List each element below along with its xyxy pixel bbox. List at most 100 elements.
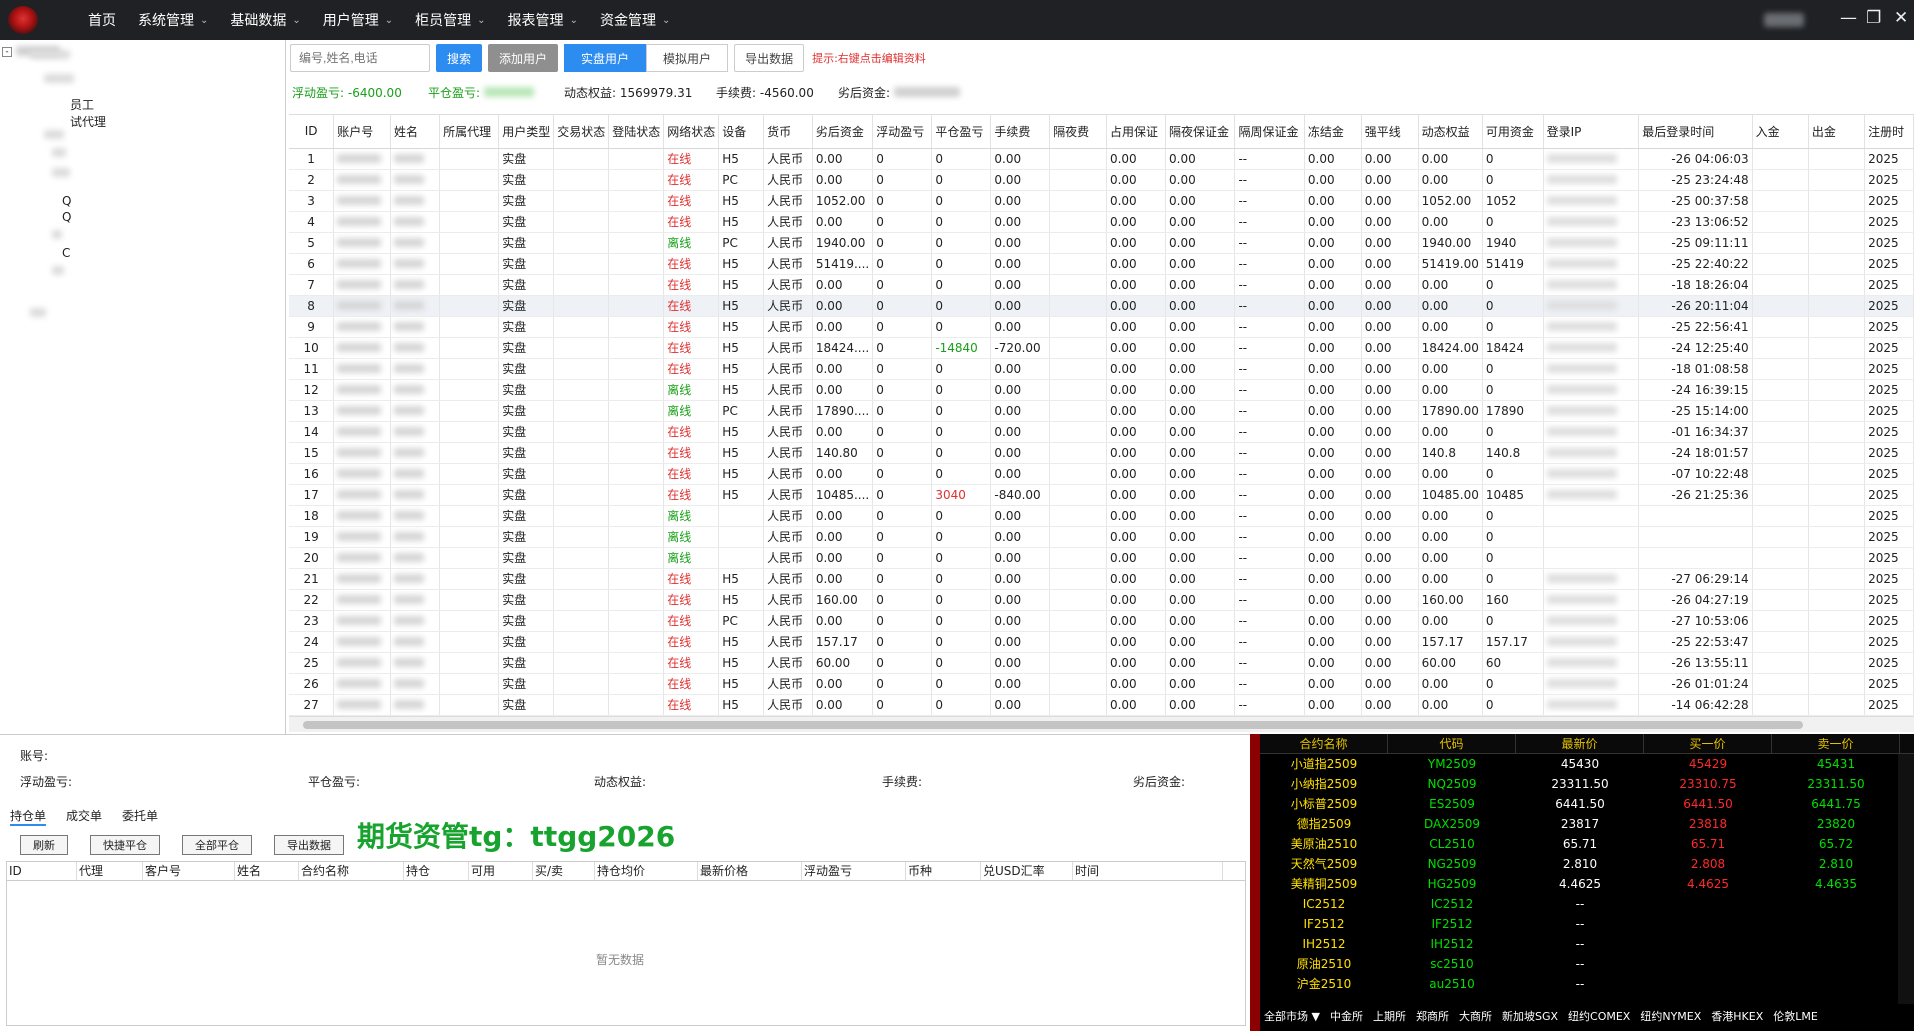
- table-row[interactable]: 11 实盘 在线 H5 人民币 0.00 0 0 0.00 0.00 0.00 -- 0.00 0.00 0…: [289, 358, 1914, 380]
- column-header[interactable]: 注册时: [1864, 115, 1914, 149]
- position-column-header[interactable]: 客户号: [143, 862, 235, 880]
- quote-row[interactable]: IF2512 IF2512 --: [1260, 914, 1914, 934]
- table-row[interactable]: 16 实盘 在线 H5 人民币 0.00 0 0 0.00 0.00 0.00 -- 0.00 0.00 0…: [289, 463, 1914, 485]
- quote-column-header[interactable]: 代码: [1388, 734, 1516, 753]
- tree-node[interactable]: 员工: [70, 96, 94, 113]
- nav-item-1[interactable]: 系统管理 ⌄: [138, 10, 208, 30]
- market-filter-tab[interactable]: 全部市场 ▼: [1264, 1008, 1320, 1024]
- table-row[interactable]: 13 实盘 离线 PC 人民币 17890.... 0 0 0.00 0.00 0.00 -- 0.00…: [289, 400, 1914, 422]
- column-header[interactable]: 隔夜保证金: [1165, 115, 1236, 149]
- export-button[interactable]: 导出数据: [734, 44, 805, 72]
- table-row[interactable]: 3 实盘 在线 H5 人民币 1052.00 0 0 0.00 0.00 0.00 -- 0.00 0.0…: [289, 190, 1914, 212]
- nav-item-5[interactable]: 报表管理 ⌄: [508, 10, 578, 30]
- real-user-tab[interactable]: 实盘用户: [564, 44, 647, 72]
- column-header[interactable]: 入金: [1752, 115, 1809, 149]
- quote-row[interactable]: 小标普2509 ES2509 6441.50 6441.50 6441.75: [1260, 794, 1914, 814]
- table-row[interactable]: 10 实盘 在线 H5 人民币 18424.... 0 -14840 -720.00 0.00 0.…: [289, 337, 1914, 359]
- table-row[interactable]: 15 实盘 在线 H5 人民币 140.80 0 0 0.00 0.00 0.00 -- 0.00 0.0…: [289, 442, 1914, 464]
- search-button[interactable]: 搜索: [436, 44, 483, 72]
- quote-row[interactable]: 小道指2509 YM2509 45430 45429 45431: [1260, 754, 1914, 774]
- table-row[interactable]: 27 实盘 在线 H5 人民币 0.00 0 0 0.00 0.00 0.00 -- 0.00 0.00 0…: [289, 694, 1914, 716]
- scrollbar-thumb[interactable]: [303, 721, 1803, 729]
- tree-node-blurred[interactable]: [52, 230, 62, 239]
- detail-tab[interactable]: 持仓单: [10, 807, 47, 826]
- position-column-header[interactable]: 时间: [1073, 862, 1223, 880]
- quote-row[interactable]: IH2512 IH2512 --: [1260, 934, 1914, 954]
- table-horizontal-scrollbar[interactable]: [289, 716, 1914, 732]
- close-icon[interactable]: ✕: [1894, 8, 1908, 28]
- minimize-icon[interactable]: —: [1840, 8, 1857, 28]
- detail-tab[interactable]: 委托单: [122, 807, 158, 826]
- detail-button[interactable]: 全部平仓: [182, 835, 252, 855]
- quote-column-header[interactable]: 合约名称: [1260, 734, 1388, 753]
- table-row[interactable]: 12 实盘 离线 H5 人民币 0.00 0 0 0.00 0.00 0.00 -- 0.00 0.00 0…: [289, 379, 1914, 401]
- quote-row[interactable]: 天然气2509 NG2509 2.810 2.808 2.810: [1260, 854, 1914, 874]
- column-header[interactable]: ID: [289, 115, 335, 149]
- tree-node-blurred[interactable]: [30, 50, 70, 59]
- tree-node[interactable]: Q: [62, 210, 71, 224]
- column-header[interactable]: 浮动盈亏: [872, 115, 933, 149]
- position-column-header[interactable]: 买/卖: [533, 862, 595, 880]
- market-filter-tab[interactable]: 上期所: [1373, 1008, 1406, 1024]
- table-row[interactable]: 6 实盘 在线 H5 人民币 51419.... 0 0 0.00 0.00 0.00 -- 0.00 0…: [289, 253, 1914, 275]
- quote-column-header[interactable]: 最新价: [1516, 734, 1644, 753]
- detail-button[interactable]: 刷新: [20, 835, 68, 855]
- user-name-blurred[interactable]: [1764, 13, 1804, 27]
- table-row[interactable]: 8 实盘 在线 H5 人民币 0.00 0 0 0.00 0.00 0.00 -- 0.00 0.00 0.…: [289, 295, 1914, 317]
- column-header[interactable]: 平仓盈亏: [931, 115, 992, 149]
- market-filter-tab[interactable]: 中金所: [1330, 1008, 1363, 1024]
- table-row[interactable]: 7 实盘 在线 H5 人民币 0.00 0 0 0.00 0.00 0.00 -- 0.00 0.00 0.…: [289, 274, 1914, 296]
- nav-item-0[interactable]: 首页: [88, 10, 116, 30]
- column-header[interactable]: 占用保证: [1106, 115, 1167, 149]
- add-user-button[interactable]: 添加用户: [488, 44, 559, 72]
- table-row[interactable]: 18 实盘 离线 人民币 0.00 0 0 0.00 0.00 0.00 -- 0.00 0.00 0.0…: [289, 505, 1914, 527]
- table-row[interactable]: 4 实盘 在线 H5 人民币 0.00 0 0 0.00 0.00 0.00 -- 0.00 0.00 0.…: [289, 211, 1914, 233]
- position-column-header[interactable]: 浮动盈亏: [802, 862, 906, 880]
- table-row[interactable]: 17 实盘 在线 H5 人民币 10485.... 0 3040 -840.00 0.00 0.00…: [289, 484, 1914, 506]
- column-header[interactable]: 所属代理: [439, 115, 500, 149]
- position-column-header[interactable]: 最新价格: [698, 862, 802, 880]
- position-column-header[interactable]: ID: [7, 862, 77, 880]
- tree-node-blurred[interactable]: [30, 308, 46, 317]
- market-filter-tab[interactable]: 伦敦LME: [1773, 1008, 1818, 1024]
- column-header[interactable]: 最后登录时间: [1638, 115, 1753, 149]
- column-header[interactable]: 隔夜费: [1049, 115, 1107, 149]
- column-header[interactable]: 账户号: [333, 115, 391, 149]
- market-filter-tab[interactable]: 郑商所: [1416, 1008, 1449, 1024]
- quote-row[interactable]: 小纳指2509 NQ2509 23311.50 23310.75 23311.50: [1260, 774, 1914, 794]
- column-header[interactable]: 登陆状态: [608, 115, 665, 149]
- quote-column-header[interactable]: 卖一价: [1772, 734, 1900, 753]
- column-header[interactable]: 设备: [718, 115, 765, 149]
- table-row[interactable]: 23 实盘 在线 PC 人民币 0.00 0 0 0.00 0.00 0.00 -- 0.00 0.00 0…: [289, 610, 1914, 632]
- position-column-header[interactable]: 兑USD汇率: [981, 862, 1073, 880]
- table-row[interactable]: 26 实盘 在线 H5 人民币 0.00 0 0 0.00 0.00 0.00 -- 0.00 0.00 0…: [289, 673, 1914, 695]
- position-column-header[interactable]: 可用: [469, 862, 533, 880]
- position-column-header[interactable]: 持仓: [404, 862, 469, 880]
- search-input[interactable]: [290, 44, 430, 72]
- quote-column-header[interactable]: 买一价: [1644, 734, 1772, 753]
- market-filter-tab[interactable]: 纽约NYMEX: [1640, 1008, 1701, 1024]
- market-filter-tab[interactable]: 新加坡SGX: [1502, 1008, 1558, 1024]
- tree-node-blurred[interactable]: [52, 168, 70, 177]
- column-header[interactable]: 冻结金: [1304, 115, 1362, 149]
- table-row[interactable]: 24 实盘 在线 H5 人民币 157.17 0 0 0.00 0.00 0.00 -- 0.00 0.0…: [289, 631, 1914, 653]
- column-header[interactable]: 登录IP: [1543, 115, 1640, 149]
- detail-tab[interactable]: 成交单: [66, 807, 102, 826]
- quote-row[interactable]: 沪金2510 au2510 --: [1260, 974, 1914, 994]
- table-row[interactable]: 21 实盘 在线 H5 人民币 0.00 0 0 0.00 0.00 0.00 -- 0.00 0.00 0…: [289, 568, 1914, 590]
- position-column-header[interactable]: 币种: [906, 862, 981, 880]
- column-header[interactable]: 出金: [1808, 115, 1866, 149]
- column-header[interactable]: 劣后资金: [812, 115, 874, 149]
- market-filter-tab[interactable]: 纽约COMEX: [1568, 1008, 1630, 1024]
- quotes-scrollbar[interactable]: [1898, 754, 1914, 1004]
- column-header[interactable]: 交易状态: [553, 115, 610, 149]
- table-row[interactable]: 1 实盘 在线 H5 人民币 0.00 0 0 0.00 0.00 0.00 -- 0.00 0.00 0.…: [289, 148, 1914, 170]
- tree-node-blurred[interactable]: [44, 74, 74, 83]
- quote-row[interactable]: 德指2509 DAX2509 23817 23818 23820: [1260, 814, 1914, 834]
- maximize-icon[interactable]: ❐: [1866, 8, 1881, 28]
- tree-node-blurred[interactable]: [44, 130, 64, 139]
- market-filter-tab[interactable]: 香港HKEX: [1711, 1008, 1763, 1024]
- table-row[interactable]: 5 实盘 离线 PC 人民币 1940.00 0 0 0.00 0.00 0.00 -- 0.00 0.0…: [289, 232, 1914, 254]
- tree-node-blurred[interactable]: [52, 266, 64, 275]
- nav-item-3[interactable]: 用户管理 ⌄: [323, 10, 393, 30]
